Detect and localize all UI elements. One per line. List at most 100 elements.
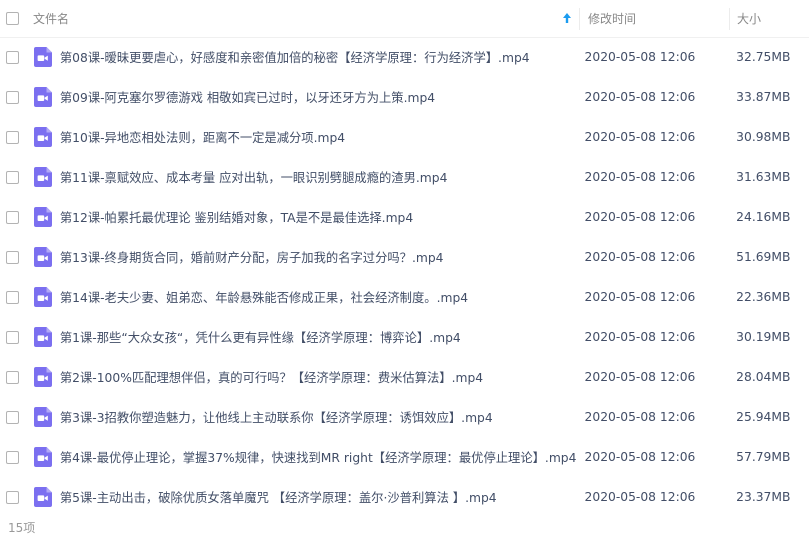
- video-file-icon: [33, 447, 52, 467]
- sort-ascending-icon[interactable]: [562, 12, 572, 24]
- list-header: 文件名 修改时间 大小: [0, 0, 809, 38]
- row-checkbox-cell: [0, 410, 26, 424]
- file-name[interactable]: 第5课-主动出击，破除优质女落单魔咒 【经济学原理：盖尔·沙普利算法 】.mp4: [57, 488, 580, 506]
- file-row[interactable]: 第10课-异地恋相处法则，距离不一定是减分项.mp4 2020-05-08 12…: [0, 117, 809, 157]
- file-name[interactable]: 第08课-暧昧更要虐心，好感度和亲密值加倍的秘密【经济学原理：行为经济学】.mp…: [57, 48, 580, 66]
- video-file-icon: [33, 247, 52, 267]
- row-checkbox[interactable]: [6, 410, 19, 424]
- file-name[interactable]: 第4课-最优停止理论，掌握37%规律，快速找到MR right【经济学原理：最优…: [57, 448, 580, 466]
- row-checkbox[interactable]: [6, 490, 19, 504]
- row-checkbox[interactable]: [6, 130, 19, 144]
- file-row[interactable]: 第4课-最优停止理论，掌握37%规律，快速找到MR right【经济学原理：最优…: [0, 437, 809, 477]
- column-header-name-label: 文件名: [33, 12, 70, 26]
- file-icon-cell: [26, 47, 57, 67]
- file-modified-time: 2020-05-08 12:06: [584, 50, 696, 64]
- file-size: 28.04MB: [736, 370, 791, 384]
- row-checkbox-cell: [0, 250, 26, 264]
- video-file-icon: [33, 407, 52, 427]
- video-file-icon: [33, 327, 52, 347]
- file-size: 25.94MB: [736, 410, 791, 424]
- row-checkbox-cell: [0, 50, 26, 64]
- row-checkbox[interactable]: [6, 170, 19, 184]
- file-rows: 第08课-暧昧更要虐心，好感度和亲密值加倍的秘密【经济学原理：行为经济学】.mp…: [0, 37, 809, 517]
- row-checkbox[interactable]: [6, 330, 19, 344]
- video-file-icon: [33, 207, 52, 227]
- file-row[interactable]: 第2课-100%匹配理想伴侣，真的可行吗？【经济学原理：费米估算法】.mp4 2…: [0, 357, 809, 397]
- file-size: 33.87MB: [736, 90, 791, 104]
- row-checkbox[interactable]: [6, 50, 19, 64]
- file-size: 51.69MB: [736, 250, 791, 264]
- file-row[interactable]: 第5课-主动出击，破除优质女落单魔咒 【经济学原理：盖尔·沙普利算法 】.mp4…: [0, 477, 809, 517]
- file-modified-time: 2020-05-08 12:06: [584, 410, 696, 424]
- column-header-size-label: 大小: [737, 12, 762, 26]
- row-checkbox-cell: [0, 210, 26, 224]
- file-name[interactable]: 第12课-帕累托最优理论 鉴别结婚对象，TA是不是最佳选择.mp4: [57, 208, 580, 226]
- file-modified-time: 2020-05-08 12:06: [584, 210, 696, 224]
- file-name[interactable]: 第11课-禀赋效应、成本考量 应对出轨，一眼识别劈腿成瘾的渣男.mp4: [57, 168, 580, 186]
- header-checkbox-cell: [0, 12, 26, 25]
- file-modified-time: 2020-05-08 12:06: [584, 250, 696, 264]
- file-row[interactable]: 第14课-老夫少妻、姐弟恋、年龄悬殊能否修成正果，社会经济制度。.mp4 202…: [0, 277, 809, 317]
- file-modified-time: 2020-05-08 12:06: [584, 170, 696, 184]
- file-name[interactable]: 第1课-那些“大众女孩“，凭什么更有异性缘【经济学原理：博弈论】.mp4: [57, 328, 580, 346]
- file-icon-cell: [26, 367, 57, 387]
- file-size: 24.16MB: [736, 210, 791, 224]
- row-checkbox[interactable]: [6, 290, 19, 304]
- file-row[interactable]: 第3课-3招教你塑造魅力，让他线上主动联系你【经济学原理：诱饵效应】.mp4 2…: [0, 397, 809, 437]
- file-size: 31.63MB: [736, 170, 791, 184]
- file-modified-time: 2020-05-08 12:06: [584, 130, 696, 144]
- video-file-icon: [33, 287, 52, 307]
- video-file-icon: [33, 87, 52, 107]
- column-header-time-label: 修改时间: [588, 12, 637, 26]
- row-checkbox[interactable]: [6, 250, 19, 264]
- row-checkbox[interactable]: [6, 370, 19, 384]
- file-modified-time: 2020-05-08 12:06: [584, 90, 696, 104]
- row-checkbox-cell: [0, 290, 26, 304]
- row-checkbox-cell: [0, 170, 26, 184]
- select-all-checkbox[interactable]: [6, 12, 19, 25]
- column-header-name[interactable]: 文件名: [26, 0, 579, 37]
- row-checkbox[interactable]: [6, 450, 19, 464]
- video-file-icon: [33, 167, 52, 187]
- column-header-time[interactable]: 修改时间: [579, 7, 729, 30]
- file-name[interactable]: 第14课-老夫少妻、姐弟恋、年龄悬殊能否修成正果，社会经济制度。.mp4: [57, 288, 580, 306]
- file-row[interactable]: 第12课-帕累托最优理论 鉴别结婚对象，TA是不是最佳选择.mp4 2020-0…: [0, 197, 809, 237]
- file-modified-time: 2020-05-08 12:06: [584, 490, 696, 504]
- file-size: 32.75MB: [736, 50, 791, 64]
- file-list: 文件名 修改时间 大小 第08课-暧昧更要虐心，好感度和亲密值加倍的秘密【经济学…: [0, 0, 809, 537]
- row-checkbox-cell: [0, 130, 26, 144]
- column-header-size[interactable]: 大小: [729, 7, 809, 30]
- item-count: 15项: [8, 521, 36, 535]
- file-row[interactable]: 第08课-暧昧更要虐心，好感度和亲密值加倍的秘密【经济学原理：行为经济学】.mp…: [0, 37, 809, 77]
- file-icon-cell: [26, 127, 57, 147]
- file-modified-time: 2020-05-08 12:06: [584, 330, 696, 344]
- file-size: 23.37MB: [736, 490, 791, 504]
- file-row[interactable]: 第1课-那些“大众女孩“，凭什么更有异性缘【经济学原理：博弈论】.mp4 202…: [0, 317, 809, 357]
- file-icon-cell: [26, 447, 57, 467]
- file-icon-cell: [26, 287, 57, 307]
- file-icon-cell: [26, 407, 57, 427]
- file-icon-cell: [26, 327, 57, 347]
- row-checkbox[interactable]: [6, 210, 19, 224]
- file-row[interactable]: 第09课-阿克塞尔罗德游戏 相敬如宾已过时，以牙还牙方为上策.mp4 2020-…: [0, 77, 809, 117]
- video-file-icon: [33, 487, 52, 507]
- file-name[interactable]: 第13课-终身期货合同，婚前财产分配，房子加我的名字过分吗？.mp4: [57, 248, 580, 266]
- file-size: 30.98MB: [736, 130, 791, 144]
- file-name[interactable]: 第2课-100%匹配理想伴侣，真的可行吗？【经济学原理：费米估算法】.mp4: [57, 368, 580, 386]
- video-file-icon: [33, 127, 52, 147]
- file-icon-cell: [26, 207, 57, 227]
- file-size: 22.36MB: [736, 290, 791, 304]
- file-name[interactable]: 第3课-3招教你塑造魅力，让他线上主动联系你【经济学原理：诱饵效应】.mp4: [57, 408, 580, 426]
- row-checkbox-cell: [0, 370, 26, 384]
- file-name[interactable]: 第09课-阿克塞尔罗德游戏 相敬如宾已过时，以牙还牙方为上策.mp4: [57, 88, 580, 106]
- video-file-icon: [33, 47, 52, 67]
- file-name[interactable]: 第10课-异地恋相处法则，距离不一定是减分项.mp4: [57, 128, 580, 146]
- row-checkbox-cell: [0, 490, 26, 504]
- row-checkbox[interactable]: [6, 90, 19, 104]
- file-row[interactable]: 第13课-终身期货合同，婚前财产分配，房子加我的名字过分吗？.mp4 2020-…: [0, 237, 809, 277]
- row-checkbox-cell: [0, 90, 26, 104]
- file-icon-cell: [26, 167, 57, 187]
- file-icon-cell: [26, 87, 57, 107]
- file-row[interactable]: 第11课-禀赋效应、成本考量 应对出轨，一眼识别劈腿成瘾的渣男.mp4 2020…: [0, 157, 809, 197]
- file-size: 30.19MB: [736, 330, 791, 344]
